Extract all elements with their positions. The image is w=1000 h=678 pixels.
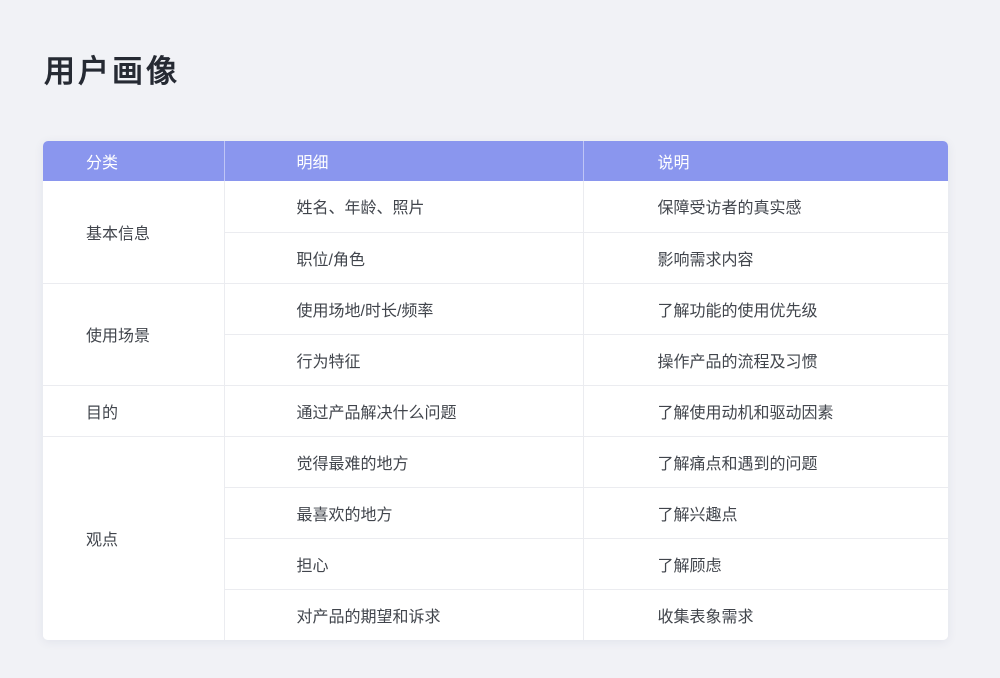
table-row: 基本信息 姓名、年龄、照片 保障受访者的真实感 [43, 181, 948, 232]
cell-detail: 行为特征 [224, 334, 583, 385]
page-title: 用户画像 [44, 55, 1000, 89]
cell-description: 收集表象需求 [583, 589, 948, 640]
cell-description: 操作产品的流程及习惯 [583, 334, 948, 385]
cell-detail: 姓名、年龄、照片 [224, 181, 583, 232]
column-header-category: 分类 [43, 141, 224, 181]
cell-description: 了解痛点和遇到的问题 [583, 436, 948, 487]
cell-description: 了解使用动机和驱动因素 [583, 385, 948, 436]
cell-category: 目的 [43, 385, 224, 436]
cell-detail: 职位/角色 [224, 232, 583, 283]
cell-detail: 使用场地/时长/频率 [224, 283, 583, 334]
table-row: 观点 觉得最难的地方 了解痛点和遇到的问题 [43, 436, 948, 487]
cell-description: 影响需求内容 [583, 232, 948, 283]
cell-detail: 最喜欢的地方 [224, 487, 583, 538]
column-header-detail: 明细 [224, 141, 583, 181]
cell-description: 了解功能的使用优先级 [583, 283, 948, 334]
column-header-description: 说明 [583, 141, 948, 181]
cell-description: 了解顾虑 [583, 538, 948, 589]
cell-category: 观点 [43, 436, 224, 640]
cell-category: 基本信息 [43, 181, 224, 283]
cell-detail: 通过产品解决什么问题 [224, 385, 583, 436]
header-row: 分类 明细 说明 [43, 141, 948, 181]
cell-detail: 担心 [224, 538, 583, 589]
cell-category: 使用场景 [43, 283, 224, 385]
table-body: 基本信息 姓名、年龄、照片 保障受访者的真实感 职位/角色 影响需求内容 使用场… [43, 181, 948, 640]
table-row: 目的 通过产品解决什么问题 了解使用动机和驱动因素 [43, 385, 948, 436]
cell-description: 保障受访者的真实感 [583, 181, 948, 232]
cell-detail: 对产品的期望和诉求 [224, 589, 583, 640]
table-header: 分类 明细 说明 [43, 141, 948, 181]
cell-detail: 觉得最难的地方 [224, 436, 583, 487]
table-row: 使用场景 使用场地/时长/频率 了解功能的使用优先级 [43, 283, 948, 334]
user-persona-table: 分类 明细 说明 基本信息 姓名、年龄、照片 保障受访者的真实感 职位/角色 影… [43, 141, 948, 640]
cell-description: 了解兴趣点 [583, 487, 948, 538]
user-persona-card: 分类 明细 说明 基本信息 姓名、年龄、照片 保障受访者的真实感 职位/角色 影… [43, 141, 948, 640]
